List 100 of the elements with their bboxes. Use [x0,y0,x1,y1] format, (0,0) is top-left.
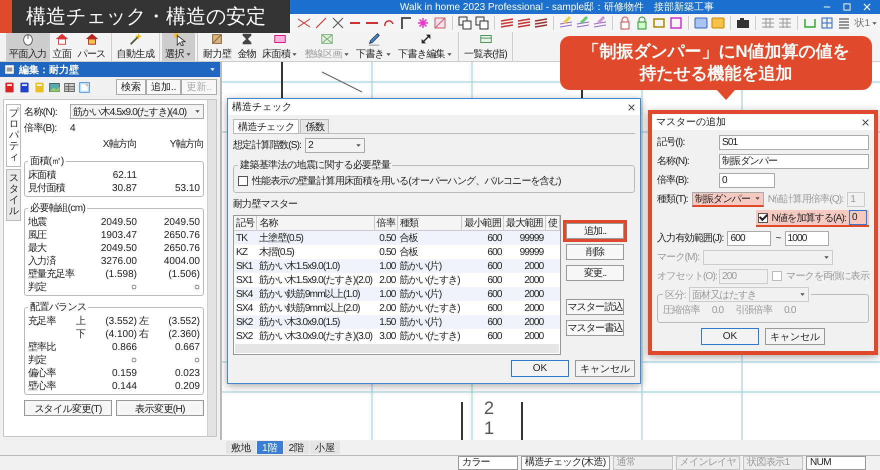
row-label: 壁心率 [28,380,57,393]
dialog-button[interactable]: OK [511,360,569,377]
notepad-icon[interactable] [78,80,91,94]
dropdown-value: 筋かい木4.5x9.0(たすき)(4.0) [73,106,186,118]
toolbar-button[interactable]: 耐力壁 [200,32,234,61]
table-cell: 600 [462,329,504,343]
input-field[interactable]: 1000 [784,230,828,246]
column-header[interactable]: 最小範囲 [462,216,504,230]
input-field[interactable]: 0 [849,210,867,225]
dialog-button[interactable]: OK [701,328,759,345]
column-header[interactable]: 種類 [398,216,462,230]
value-text: 0.866 [110,342,137,352]
column-header[interactable]: 名称 [256,216,374,230]
dialog-button[interactable]: キャンセル [575,360,635,377]
dialog-tab[interactable]: 係数 [300,119,330,133]
column-header[interactable]: 記号 [234,216,257,230]
table-cell: 筋かい(たすき) [398,301,462,315]
vertical-scrollbar[interactable] [207,100,216,436]
book-icon[interactable] [3,80,16,94]
close-icon[interactable] [627,102,636,112]
callout-text: 持たせる機能を追加 [640,63,792,86]
status-field: NUM [806,456,866,470]
table-cell: SK4 [234,287,257,301]
floor-tab[interactable]: 小屋 [310,441,340,454]
toolbar-button[interactable]: 平面入力 [6,32,50,61]
grid-icon[interactable] [63,80,76,94]
floor-tab[interactable]: 2階 [284,441,310,454]
name-dropdown[interactable]: 筋かい木4.5x9.0(たすき)(4.0) [70,104,204,119]
floor-tab[interactable]: 敷地 [226,441,256,454]
input-field[interactable]: S01 [719,134,869,150]
row-label: 偏心率 [28,366,57,380]
note-icon[interactable] [692,15,709,31]
note-icon[interactable] [710,15,726,31]
hatched-square-icon[interactable] [432,15,448,31]
toolbar-button[interactable]: 金物 [234,32,260,61]
dialog-button[interactable]: マスター書込 [566,320,624,336]
checkbox[interactable] [238,176,248,186]
panel-button[interactable]: スタイル変更(T) [24,400,112,416]
panel-button[interactable]: 検索 [116,79,146,95]
status-field: 状図表示1 [743,456,803,470]
window-title: Walk in home 2023 Professional - sample邸：研修物件 接部新築工事 [398,0,716,14]
column-header[interactable]: 最大範囲 [504,216,546,230]
column-header[interactable]: 倍率 [374,216,398,230]
row-label: 最大 [28,242,48,255]
overlapping-squares-icon[interactable] [456,15,473,31]
x-mark-icon[interactable] [330,15,346,31]
frame-icon[interactable] [668,15,684,31]
horizontal-scrollbar[interactable] [235,344,560,353]
window-grid-icon[interactable] [818,15,835,31]
table-cell: 筋かい木1.5x9.0(たすき)(2.0) [256,273,374,287]
dialog-button[interactable]: キャンセル [765,328,825,345]
camera-icon[interactable] [734,15,751,31]
floor-tab[interactable]: 1階 [257,441,283,454]
dialog-button[interactable]: 追加.. [566,223,624,239]
dialog-tab[interactable]: 構造チェック [233,119,300,133]
book-icon[interactable] [18,80,31,94]
table-cell: 0.50 [374,230,398,245]
toolbar-button[interactable]: 下書き [352,32,396,61]
column-header[interactable]: 使 [545,216,560,230]
toolbar-button[interactable]: 一覧表(指) [461,32,510,61]
table-cell: SK1 [234,259,257,273]
dialog-button[interactable]: 変更.. [566,265,624,281]
table-cell: SX4 [234,301,257,315]
input-field[interactable]: 600 [727,230,772,246]
floors-dropdown[interactable]: 2 [305,138,366,152]
value-text: 2650.76 [162,230,200,240]
caret-icon[interactable] [209,66,216,73]
panel-button[interactable]: 追加.. [146,79,182,95]
column-header: Y軸方向 [168,138,204,151]
status-field: メインレイヤ [676,456,740,470]
toolbar-button[interactable]: 床面積 [259,32,302,61]
overlapping-squares-icon[interactable] [474,15,490,31]
panel-button[interactable]: 表示変更(H) [116,400,204,416]
table-cell: 2.00 [374,273,398,287]
table-cell: 筋かい木3.0x9.0(1.5) [256,315,374,329]
value-text: 62.11 [112,170,137,180]
side-tab[interactable]: スタイル [6,169,21,221]
picture-icon[interactable] [48,80,61,94]
type-dropdown[interactable]: 制振ダンパー [692,192,764,206]
toolbar-button[interactable]: 下書き編集 [395,32,456,61]
separator-text: ~ [775,232,780,244]
dropdown-value: 面材又はたすき [692,288,756,302]
toolbar-button[interactable]: 立面 [50,32,74,61]
dialog-button[interactable]: 削除 [566,244,624,260]
maximize-icon[interactable] [842,2,852,12]
view-dropdown[interactable]: 状1 [852,16,880,30]
close-icon[interactable] [861,118,870,126]
table-cell: SX2 [234,329,257,343]
dialog-button[interactable]: マスター読込 [566,299,624,315]
input-field[interactable]: 制振ダンパー [719,154,869,168]
input-field[interactable]: 0 [719,172,775,188]
toolbar-button[interactable]: パース [74,32,109,61]
value-text: (1.506) [167,268,200,280]
side-tab[interactable]: プロパティ [6,104,21,167]
toolbar-button[interactable]: 自動生成 [114,32,158,61]
table-cell: 600 [462,259,504,273]
toolbar-button[interactable]: 選択 [162,32,196,61]
checkbox[interactable] [758,212,768,222]
row-label: 上 [76,314,86,328]
crossed-grid-icon [320,32,334,46]
